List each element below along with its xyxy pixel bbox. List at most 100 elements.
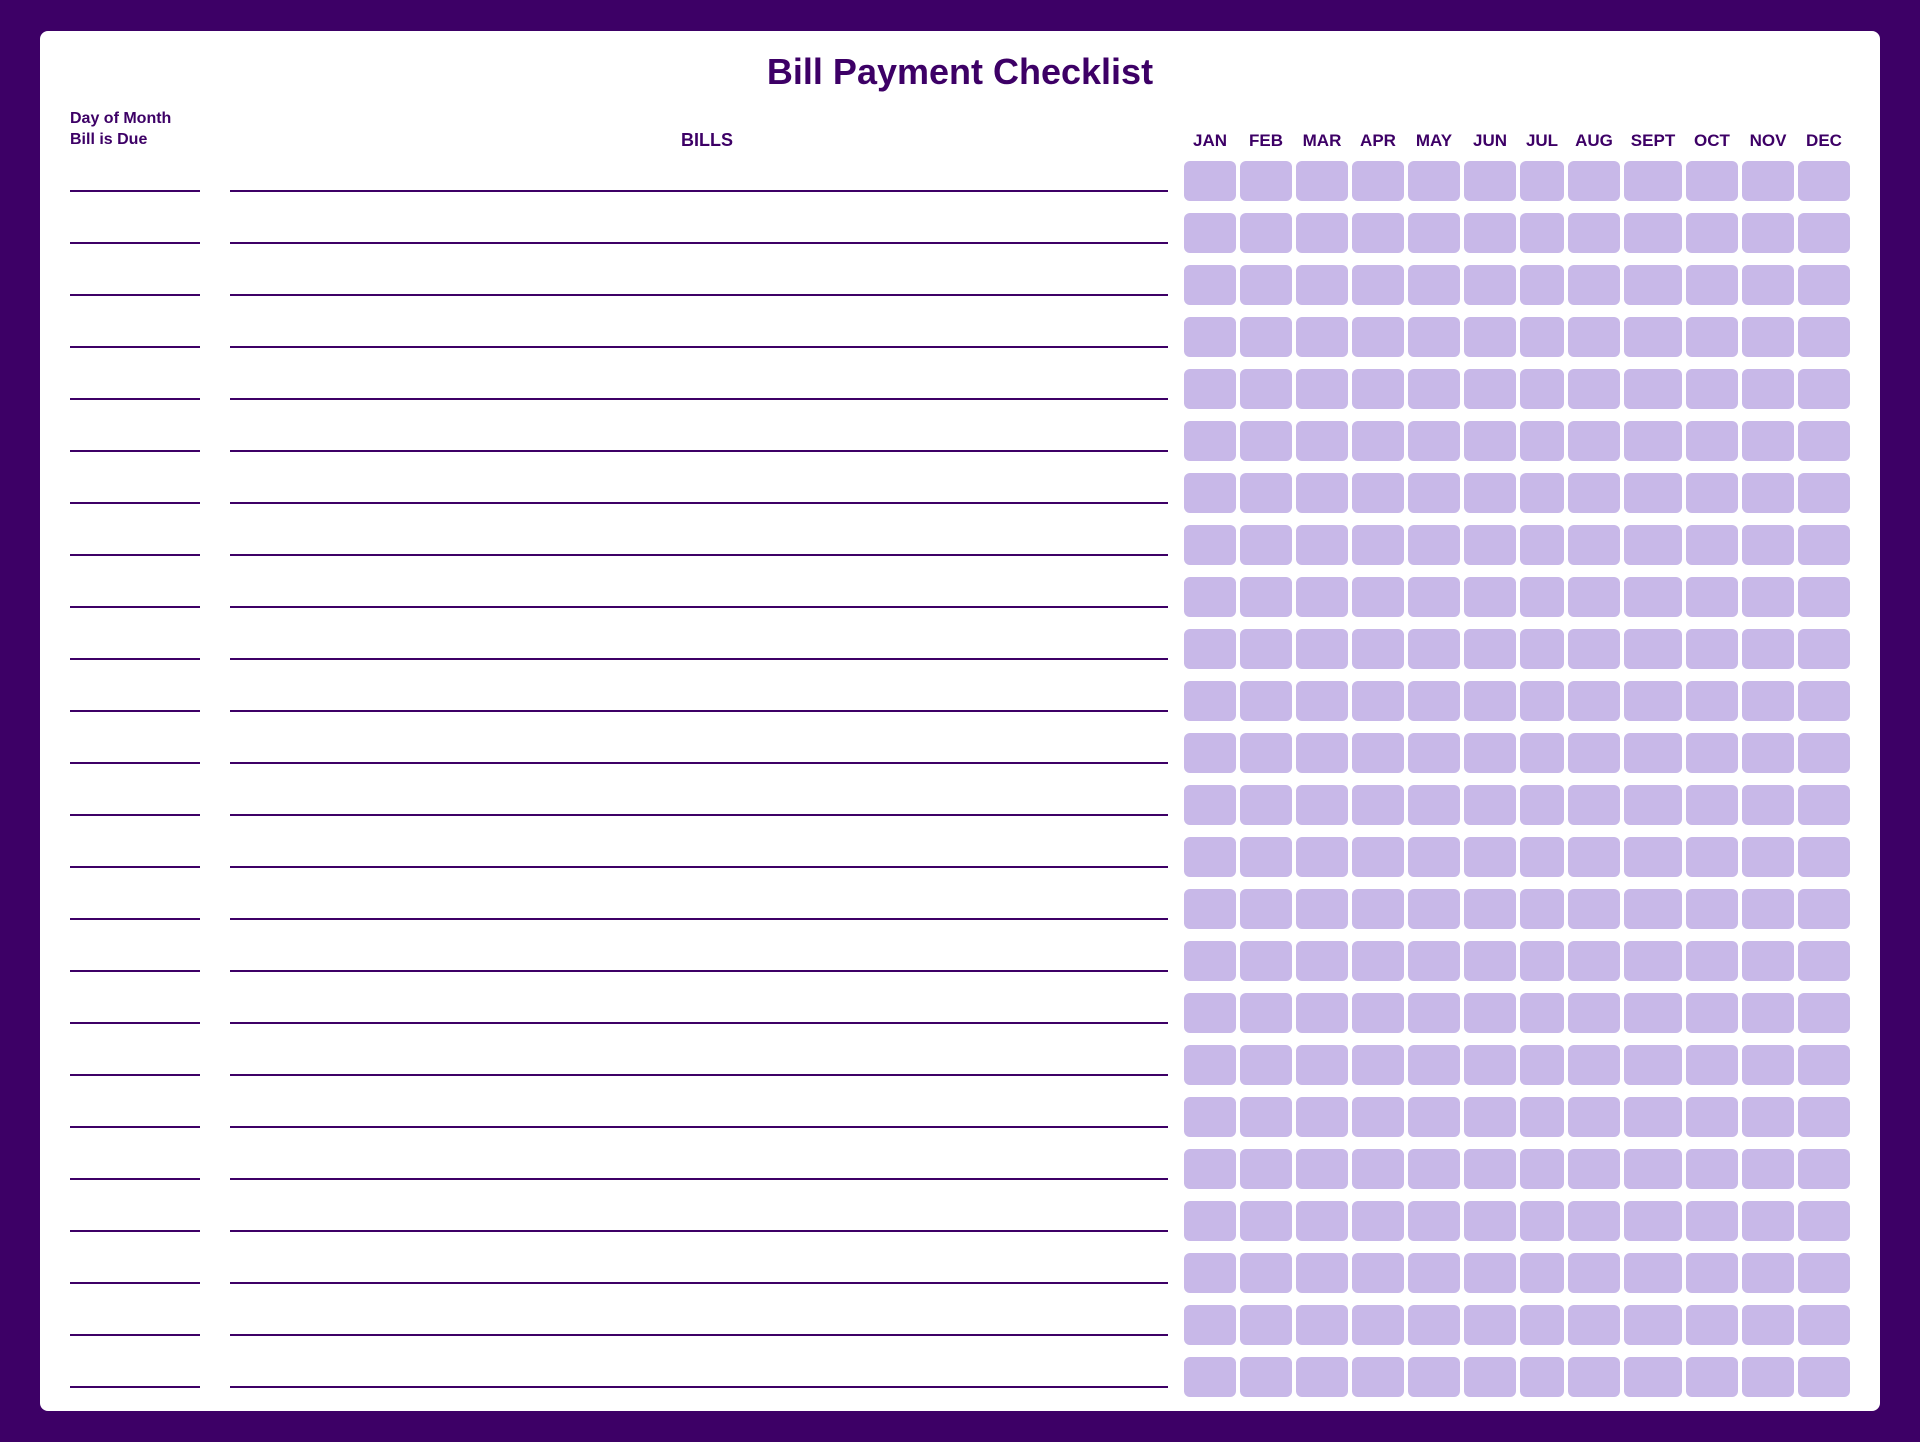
checkbox-sept[interactable]	[1624, 1097, 1682, 1137]
checkbox-feb[interactable]	[1240, 161, 1292, 201]
checkbox-sept[interactable]	[1624, 941, 1682, 981]
checkbox-dec[interactable]	[1798, 473, 1850, 513]
checkbox-feb[interactable]	[1240, 837, 1292, 877]
checkbox-jun[interactable]	[1464, 421, 1516, 461]
checkbox-jan[interactable]	[1184, 161, 1236, 201]
checkbox-sept[interactable]	[1624, 213, 1682, 253]
checkbox-apr[interactable]	[1352, 473, 1404, 513]
checkbox-sept[interactable]	[1624, 525, 1682, 565]
checkbox-jan[interactable]	[1184, 369, 1236, 409]
checkbox-aug[interactable]	[1568, 1045, 1620, 1085]
checkbox-apr[interactable]	[1352, 837, 1404, 877]
checkbox-mar[interactable]	[1296, 317, 1348, 357]
checkbox-nov[interactable]	[1742, 1357, 1794, 1397]
checkbox-dec[interactable]	[1798, 837, 1850, 877]
checkbox-aug[interactable]	[1568, 889, 1620, 929]
checkbox-aug[interactable]	[1568, 1149, 1620, 1189]
checkbox-oct[interactable]	[1686, 525, 1738, 565]
checkbox-mar[interactable]	[1296, 213, 1348, 253]
checkbox-mar[interactable]	[1296, 161, 1348, 201]
checkbox-feb[interactable]	[1240, 1201, 1292, 1241]
checkbox-oct[interactable]	[1686, 1201, 1738, 1241]
checkbox-sept[interactable]	[1624, 265, 1682, 305]
checkbox-feb[interactable]	[1240, 941, 1292, 981]
checkbox-sept[interactable]	[1624, 421, 1682, 461]
checkbox-aug[interactable]	[1568, 1357, 1620, 1397]
checkbox-feb[interactable]	[1240, 1357, 1292, 1397]
checkbox-jan[interactable]	[1184, 1357, 1236, 1397]
checkbox-oct[interactable]	[1686, 265, 1738, 305]
checkbox-mar[interactable]	[1296, 1305, 1348, 1345]
checkbox-mar[interactable]	[1296, 733, 1348, 773]
checkbox-mar[interactable]	[1296, 785, 1348, 825]
checkbox-dec[interactable]	[1798, 525, 1850, 565]
checkbox-nov[interactable]	[1742, 837, 1794, 877]
checkbox-nov[interactable]	[1742, 369, 1794, 409]
checkbox-jun[interactable]	[1464, 889, 1516, 929]
checkbox-nov[interactable]	[1742, 577, 1794, 617]
checkbox-oct[interactable]	[1686, 369, 1738, 409]
checkbox-mar[interactable]	[1296, 837, 1348, 877]
checkbox-jun[interactable]	[1464, 785, 1516, 825]
checkbox-dec[interactable]	[1798, 1149, 1850, 1189]
checkbox-may[interactable]	[1408, 1201, 1460, 1241]
checkbox-sept[interactable]	[1624, 369, 1682, 409]
checkbox-mar[interactable]	[1296, 1253, 1348, 1293]
checkbox-sept[interactable]	[1624, 993, 1682, 1033]
checkbox-may[interactable]	[1408, 993, 1460, 1033]
checkbox-mar[interactable]	[1296, 525, 1348, 565]
checkbox-jun[interactable]	[1464, 265, 1516, 305]
checkbox-jan[interactable]	[1184, 1045, 1236, 1085]
checkbox-may[interactable]	[1408, 213, 1460, 253]
checkbox-oct[interactable]	[1686, 681, 1738, 721]
checkbox-nov[interactable]	[1742, 941, 1794, 981]
checkbox-sept[interactable]	[1624, 1149, 1682, 1189]
checkbox-mar[interactable]	[1296, 1097, 1348, 1137]
checkbox-sept[interactable]	[1624, 1253, 1682, 1293]
checkbox-nov[interactable]	[1742, 629, 1794, 669]
checkbox-may[interactable]	[1408, 1253, 1460, 1293]
checkbox-may[interactable]	[1408, 265, 1460, 305]
checkbox-jan[interactable]	[1184, 889, 1236, 929]
checkbox-dec[interactable]	[1798, 213, 1850, 253]
checkbox-mar[interactable]	[1296, 577, 1348, 617]
checkbox-dec[interactable]	[1798, 421, 1850, 461]
checkbox-oct[interactable]	[1686, 837, 1738, 877]
checkbox-may[interactable]	[1408, 681, 1460, 721]
checkbox-nov[interactable]	[1742, 161, 1794, 201]
checkbox-apr[interactable]	[1352, 993, 1404, 1033]
checkbox-sept[interactable]	[1624, 837, 1682, 877]
checkbox-aug[interactable]	[1568, 1253, 1620, 1293]
checkbox-dec[interactable]	[1798, 993, 1850, 1033]
checkbox-jul[interactable]	[1520, 577, 1564, 617]
checkbox-aug[interactable]	[1568, 941, 1620, 981]
checkbox-sept[interactable]	[1624, 629, 1682, 669]
checkbox-nov[interactable]	[1742, 525, 1794, 565]
checkbox-jan[interactable]	[1184, 317, 1236, 357]
checkbox-mar[interactable]	[1296, 629, 1348, 669]
checkbox-may[interactable]	[1408, 161, 1460, 201]
checkbox-sept[interactable]	[1624, 681, 1682, 721]
checkbox-dec[interactable]	[1798, 785, 1850, 825]
checkbox-jun[interactable]	[1464, 525, 1516, 565]
checkbox-feb[interactable]	[1240, 317, 1292, 357]
checkbox-jun[interactable]	[1464, 577, 1516, 617]
checkbox-may[interactable]	[1408, 317, 1460, 357]
checkbox-feb[interactable]	[1240, 993, 1292, 1033]
checkbox-oct[interactable]	[1686, 1149, 1738, 1189]
checkbox-jul[interactable]	[1520, 993, 1564, 1033]
checkbox-jan[interactable]	[1184, 941, 1236, 981]
checkbox-oct[interactable]	[1686, 993, 1738, 1033]
checkbox-jan[interactable]	[1184, 421, 1236, 461]
checkbox-aug[interactable]	[1568, 473, 1620, 513]
checkbox-may[interactable]	[1408, 785, 1460, 825]
checkbox-dec[interactable]	[1798, 161, 1850, 201]
checkbox-apr[interactable]	[1352, 265, 1404, 305]
checkbox-aug[interactable]	[1568, 213, 1620, 253]
checkbox-may[interactable]	[1408, 1097, 1460, 1137]
checkbox-dec[interactable]	[1798, 369, 1850, 409]
checkbox-dec[interactable]	[1798, 1201, 1850, 1241]
checkbox-feb[interactable]	[1240, 681, 1292, 721]
checkbox-sept[interactable]	[1624, 785, 1682, 825]
checkbox-oct[interactable]	[1686, 213, 1738, 253]
